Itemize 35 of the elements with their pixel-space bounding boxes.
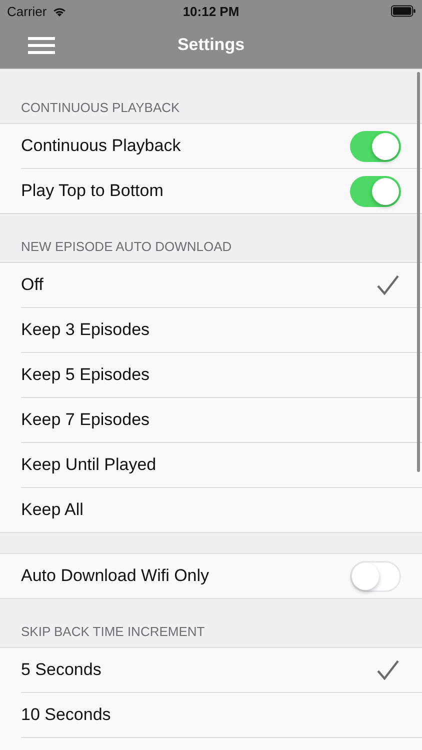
settings-row[interactable]: 5 Seconds <box>0 648 422 692</box>
row-label: Keep All <box>21 500 84 520</box>
screen-title: Settings <box>177 35 245 55</box>
section-header: NEW EPISODE AUTO DOWNLOAD <box>21 239 232 254</box>
section-header: SKIP BACK TIME INCREMENT <box>21 624 205 639</box>
row-label: Auto Download Wifi Only <box>21 566 210 586</box>
menu-icon <box>28 36 55 54</box>
settings-row[interactable]: Play Top to Bottom <box>21 168 422 213</box>
settings-row[interactable]: Keep 3 Episodes <box>21 307 422 352</box>
settings-row[interactable]: Keep 7 Episodes <box>21 397 422 442</box>
settings-row[interactable]: Continuous Playback <box>0 124 422 168</box>
row-label: Continuous Playback <box>21 136 181 156</box>
settings-row[interactable]: 10 Seconds <box>21 692 422 737</box>
settings-row[interactable]: Keep All <box>21 487 422 532</box>
status-time: 10:12 PM <box>182 4 240 18</box>
row-label: Off <box>21 275 44 295</box>
toggle-switch[interactable] <box>350 176 401 206</box>
row-label: Keep 7 Episodes <box>21 410 150 430</box>
row-label: Play Top to Bottom <box>21 181 164 201</box>
settings-row[interactable]: Keep Until Played <box>21 442 422 487</box>
row-label: Keep Until Played <box>21 455 156 475</box>
row-label: Keep 3 Episodes <box>21 320 150 340</box>
battery-icon <box>391 5 416 17</box>
wifi-icon <box>52 6 67 16</box>
settings-row[interactable]: Off <box>0 263 422 307</box>
toggle-switch[interactable] <box>350 560 401 592</box>
row-label: 5 Seconds <box>21 660 102 680</box>
section-header: CONTINUOUS PLAYBACK <box>21 100 180 115</box>
toggle-switch[interactable] <box>350 130 401 162</box>
settings-row[interactable]: Keep 5 Episodes <box>21 352 422 397</box>
scrollbar[interactable] <box>417 72 420 472</box>
row-label: Keep 5 Episodes <box>21 365 150 385</box>
row-label: 10 Seconds <box>21 705 111 725</box>
carrier-name: Carrier <box>7 4 47 18</box>
settings-row[interactable]: Auto Download Wifi Only <box>0 554 422 598</box>
